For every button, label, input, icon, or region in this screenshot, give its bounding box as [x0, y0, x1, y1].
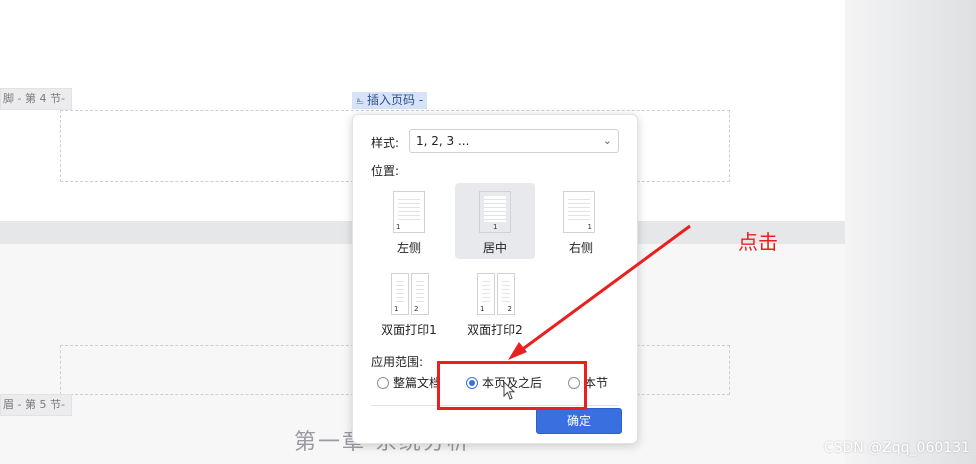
annotation-click-text: 点击 — [738, 230, 778, 254]
mouse-cursor-icon — [503, 381, 516, 400]
watermark: CSDN @Zqq_060131 — [823, 440, 970, 456]
